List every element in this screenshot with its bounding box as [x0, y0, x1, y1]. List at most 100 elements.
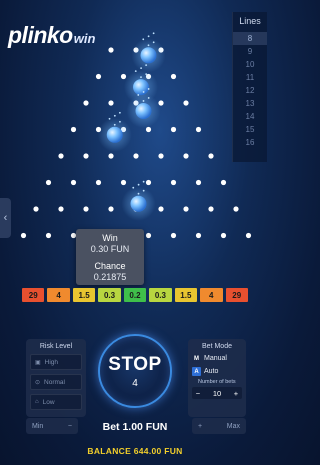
bet-mode-manual[interactable]: M Manual — [192, 354, 242, 363]
plinko-ball — [135, 102, 152, 119]
peg — [245, 232, 252, 239]
peg — [133, 153, 139, 159]
multiplier-slot: 29 — [225, 288, 248, 302]
peg — [95, 179, 102, 186]
ball-sparkle — [145, 73, 148, 75]
ball-sparkle — [147, 35, 150, 38]
multiplier-slot: 0.2 — [123, 288, 147, 302]
ball-sparkle — [142, 180, 145, 183]
peg — [20, 232, 27, 239]
ball-sparkle — [132, 186, 135, 189]
ball-sparkle — [118, 111, 121, 114]
ball-sparkle — [137, 183, 140, 186]
peg — [220, 179, 227, 186]
ball-sparkle — [152, 32, 155, 35]
risk-low-icon: ⌂ — [35, 399, 39, 405]
ball-sparkle — [142, 100, 145, 102]
ball-sparkle — [140, 67, 143, 69]
number-of-bets-value: 10 — [212, 388, 222, 398]
risk-option-low[interactable]: ⌂ Low — [30, 394, 82, 410]
number-of-bets-stepper[interactable]: − 10 + — [192, 387, 242, 399]
peg — [145, 126, 152, 133]
popup-win-label: Win — [102, 233, 118, 243]
ball-sparkle — [147, 88, 150, 90]
peg — [158, 153, 164, 159]
peg — [45, 179, 52, 186]
plinko-ball — [140, 47, 157, 64]
peg — [170, 232, 177, 239]
manual-label: Manual — [204, 355, 227, 362]
peg — [120, 179, 127, 186]
increment-icon[interactable]: + — [230, 389, 242, 398]
risk-option-normal[interactable]: ⊙ Normal — [30, 374, 82, 390]
peg — [145, 179, 152, 186]
plinko-ball — [106, 126, 123, 143]
multiplier-slot: 1.5 — [174, 288, 198, 302]
risk-high-icon: ▣ — [35, 359, 41, 366]
multiplier-slot: 0.3 — [98, 288, 121, 302]
ball-sparkle — [108, 117, 111, 120]
peg — [145, 232, 152, 239]
peg — [170, 73, 177, 80]
peg — [170, 126, 177, 133]
peg — [58, 153, 64, 159]
peg — [183, 100, 189, 106]
peg — [108, 153, 114, 159]
peg — [208, 153, 214, 159]
popup-win-value: 0.30 FUN — [90, 244, 130, 254]
peg — [183, 153, 189, 159]
peg — [108, 100, 114, 106]
risk-level-panel: Risk Level ▣ High ⊙ Normal ⌂ Low — [26, 339, 86, 417]
balance-text: BALANCE 644.00 FUN — [87, 446, 183, 456]
peg — [195, 126, 202, 133]
ball-sparkle — [137, 94, 140, 96]
multiplier-slot: 4 — [47, 288, 70, 302]
ball-sparkle — [147, 44, 150, 47]
ball-sparkle — [142, 91, 145, 93]
peg — [70, 126, 77, 133]
peg — [233, 206, 239, 212]
peg — [208, 206, 214, 212]
peg — [33, 206, 39, 212]
peg — [195, 232, 202, 239]
peg — [70, 179, 77, 186]
bet-mode-auto[interactable]: A Auto — [192, 367, 242, 376]
ball-sparkle — [142, 38, 145, 41]
ball-sparkle — [140, 76, 142, 78]
ball-sparkle — [119, 120, 121, 123]
risk-normal-label: Normal — [44, 378, 65, 386]
ball-sparkle — [137, 192, 140, 195]
stop-button[interactable]: STOP 4 — [98, 334, 172, 408]
multiplier-row: 29 4 1.5 0.3 0.2 0.3 1.5 4 29 — [22, 288, 248, 302]
peg — [158, 206, 164, 212]
bet-mode-title: Bet Mode — [202, 343, 232, 350]
ball-sparkle — [113, 123, 116, 126]
stop-label: STOP — [108, 353, 162, 375]
multiplier-slot: 4 — [200, 288, 223, 302]
popup-chance-label: Chance — [94, 261, 126, 271]
multiplier-slot: 1.5 — [72, 288, 96, 302]
risk-low-label: Low — [42, 398, 55, 406]
auto-icon: A — [192, 367, 201, 376]
peg — [195, 179, 202, 186]
risk-level-title: Risk Level — [39, 343, 73, 350]
risk-normal-icon: ⊙ — [35, 379, 41, 386]
ball-sparkle — [147, 97, 150, 99]
bet-mode-panel: Bet Mode M Manual A Auto Number of bets … — [188, 339, 246, 417]
plinko-ball — [130, 195, 147, 212]
peg — [108, 206, 114, 212]
popup-chance-value: 0.21875 — [93, 272, 127, 282]
peg — [108, 47, 114, 53]
decrement-icon[interactable]: − — [192, 389, 204, 398]
peg — [58, 206, 64, 212]
peg — [220, 232, 227, 239]
risk-option-high[interactable]: ▣ High — [30, 354, 82, 370]
number-of-bets-label: Number of bets — [198, 379, 236, 385]
peg — [83, 153, 89, 159]
peg — [120, 73, 127, 80]
risk-high-label: High — [44, 358, 59, 366]
multiplier-slot: 0.3 — [149, 288, 172, 302]
manual-icon: M — [192, 354, 201, 363]
win-info-popup: Win 0.30 FUN Chance 0.21875 — [76, 229, 144, 285]
balls-layer — [97, 32, 166, 221]
